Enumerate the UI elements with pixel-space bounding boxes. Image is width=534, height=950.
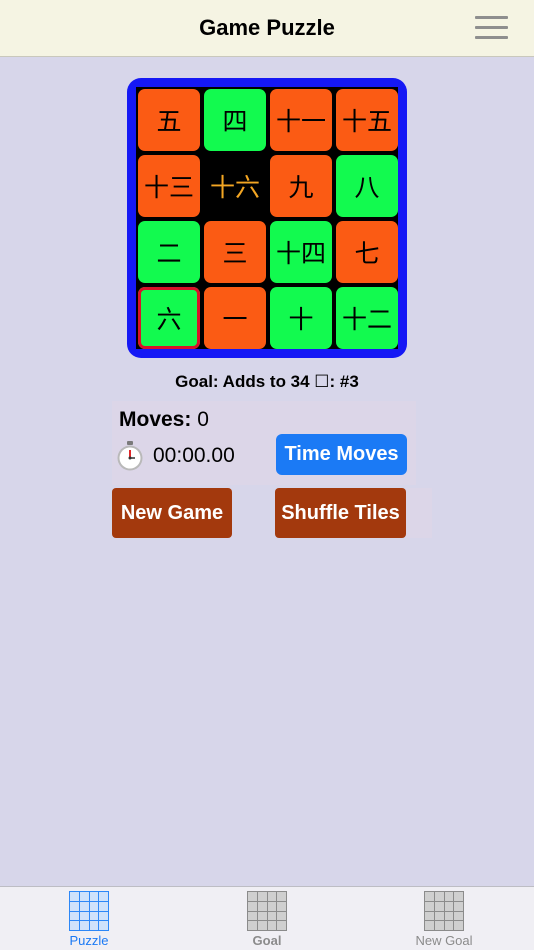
puzzle-tile[interactable]: 十四 — [270, 221, 332, 283]
stopwatch-icon — [117, 441, 143, 471]
puzzle-tile[interactable]: 七 — [336, 221, 398, 283]
empty-tile[interactable]: 十六 — [204, 155, 266, 217]
puzzle-tile[interactable]: 五 — [138, 89, 200, 151]
puzzle-tile[interactable]: 十五 — [336, 89, 398, 151]
moves-counter: Moves: 0 — [119, 408, 209, 432]
goal-label: Goal: Adds to 34 ☐: #3 — [175, 372, 359, 391]
puzzle-tile[interactable]: 四 — [204, 89, 266, 151]
tab-new-goal[interactable]: New Goal — [394, 891, 494, 949]
puzzle-tile[interactable]: 十 — [270, 287, 332, 349]
puzzle-grid-icon — [69, 891, 109, 931]
new-game-button[interactable]: New Game — [112, 488, 232, 538]
puzzle-tile[interactable]: 八 — [336, 155, 398, 217]
shuffle-button-backdrop — [406, 488, 432, 538]
puzzle-tile[interactable]: 十一 — [270, 89, 332, 151]
puzzle-tile[interactable]: 六 — [138, 287, 200, 349]
timer-value: 00:00.00 — [153, 444, 235, 467]
time-moves-button[interactable]: Time Moves — [276, 434, 407, 475]
timer: 00:00.00 — [114, 440, 235, 472]
navigation-bar: Game Puzzle — [0, 0, 534, 57]
moves-value: 0 — [197, 408, 209, 431]
tab-new-goal-label: New Goal — [415, 933, 473, 948]
puzzle-tile[interactable]: 三 — [204, 221, 266, 283]
tab-bar: Puzzle Goal New Goal — [0, 886, 534, 950]
puzzle-tile[interactable]: 一 — [204, 287, 266, 349]
moves-label: Moves: — [119, 408, 192, 431]
shuffle-tiles-button[interactable]: Shuffle Tiles — [275, 488, 406, 538]
puzzle-tile[interactable]: 十三 — [138, 155, 200, 217]
puzzle-tile[interactable]: 十二 — [336, 287, 398, 349]
tab-goal-label: Goal — [252, 933, 282, 948]
tab-puzzle[interactable]: Puzzle — [39, 891, 139, 949]
page-title: Game Puzzle — [199, 15, 335, 40]
hamburger-menu-icon[interactable] — [475, 16, 508, 40]
new-goal-grid-icon — [424, 891, 464, 931]
app-screen: Game Puzzle 五四十一 十五十三 十六九八二三十四七六一十十二 Goal:… — [0, 0, 534, 950]
puzzle-board: 五四十一 十五十三 十六九八二三十四七六一十十二 — [127, 78, 407, 358]
puzzle-grid: 五四十一 十五十三 十六九八二三十四七六一十十二 — [136, 87, 398, 349]
tab-puzzle-label: Puzzle — [69, 933, 109, 948]
puzzle-tile[interactable]: 二 — [138, 221, 200, 283]
goal-grid-icon — [247, 891, 287, 931]
puzzle-tile[interactable]: 九 — [270, 155, 332, 217]
tab-goal[interactable]: Goal — [217, 891, 317, 949]
